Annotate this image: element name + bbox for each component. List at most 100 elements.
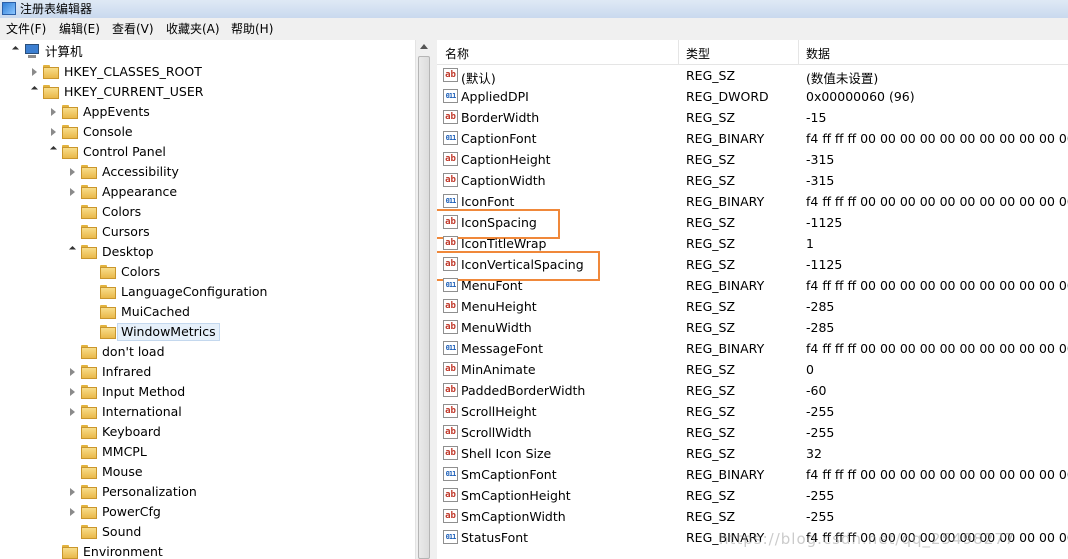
value-row[interactable]: 011 SmCaptionFont REG_BINARY f4 ff ff ff 00…	[437, 464, 1068, 485]
collapsed-arrow-icon[interactable]	[70, 188, 75, 196]
value-row[interactable]: 011 MenuFont REG_BINARY f4 ff ff ff 00 00 0…	[437, 275, 1068, 296]
tree-node[interactable]: HKEY_CURRENT_USER	[0, 82, 415, 102]
tree-node[interactable]: Appearance	[0, 182, 415, 202]
value-type: REG_SZ	[686, 173, 736, 188]
column-header-data[interactable]: 数据	[806, 45, 830, 62]
value-data: f4 ff ff ff 00 00 00 00 00 00 00 00 00 0…	[806, 131, 1068, 146]
value-data: -285	[806, 299, 835, 314]
tree-node[interactable]: Input Method	[0, 382, 415, 402]
values-list[interactable]: 名称 类型 数据 ab (默认) REG_SZ (数值未设置) 011 AppliedDP…	[437, 40, 1068, 559]
string-value-icon: ab	[443, 509, 458, 523]
menu-file[interactable]: 文件(F)	[6, 21, 46, 37]
value-name: MinAnimate	[461, 362, 536, 377]
value-row[interactable]: ab CaptionHeight REG_SZ -315	[437, 149, 1068, 170]
value-type: REG_SZ	[686, 488, 736, 503]
value-data: -1125	[806, 215, 843, 230]
value-row[interactable]: ab PaddedBorderWidth REG_SZ -60	[437, 380, 1068, 401]
value-row[interactable]: ab CaptionWidth REG_SZ -315	[437, 170, 1068, 191]
tree-node[interactable]: MuiCached	[0, 302, 415, 322]
value-type: REG_BINARY	[686, 341, 765, 356]
tree-node-label: MuiCached	[121, 304, 190, 319]
folder-icon	[81, 165, 97, 179]
tree-node[interactable]: Cursors	[0, 222, 415, 242]
folder-icon	[43, 85, 59, 99]
tree-node[interactable]: WindowMetrics	[0, 322, 415, 342]
tree-node[interactable]: HKEY_CLASSES_ROOT	[0, 62, 415, 82]
value-row[interactable]: 011 AppliedDPI REG_DWORD 0x00000060 (96)	[437, 86, 1068, 107]
value-row[interactable]: ab MinAnimate REG_SZ 0	[437, 359, 1068, 380]
value-type: REG_SZ	[686, 215, 736, 230]
expanded-arrow-icon[interactable]	[49, 145, 58, 154]
value-row[interactable]: ab (默认) REG_SZ (数值未设置)	[437, 65, 1068, 86]
collapsed-arrow-icon[interactable]	[51, 128, 56, 136]
menu-help[interactable]: 帮助(H)	[231, 21, 273, 37]
tree-node-label: HKEY_CLASSES_ROOT	[64, 64, 202, 79]
value-row[interactable]: ab SmCaptionHeight REG_SZ -255	[437, 485, 1068, 506]
folder-icon	[81, 185, 97, 199]
scroll-up-arrow-icon[interactable]	[420, 44, 428, 49]
value-row[interactable]: ab BorderWidth REG_SZ -15	[437, 107, 1068, 128]
value-row[interactable]: ab Shell Icon Size REG_SZ 32	[437, 443, 1068, 464]
value-name: MessageFont	[461, 341, 544, 356]
value-row[interactable]: ab ScrollWidth REG_SZ -255	[437, 422, 1068, 443]
collapsed-arrow-icon[interactable]	[32, 68, 37, 76]
collapsed-arrow-icon[interactable]	[70, 368, 75, 376]
menu-edit[interactable]: 编辑(E)	[59, 21, 100, 37]
tree-node[interactable]: Sound	[0, 522, 415, 542]
folder-icon	[81, 445, 97, 459]
value-row[interactable]: 011 MessageFont REG_BINARY f4 ff ff ff 00 0…	[437, 338, 1068, 359]
menu-bar: 文件(F) 编辑(E) 查看(V) 收藏夹(A) 帮助(H)	[0, 18, 1068, 41]
value-type: REG_BINARY	[686, 194, 765, 209]
value-row[interactable]: ab MenuHeight REG_SZ -285	[437, 296, 1068, 317]
collapsed-arrow-icon[interactable]	[70, 168, 75, 176]
tree-node[interactable]: PowerCfg	[0, 502, 415, 522]
folder-icon	[43, 65, 59, 79]
expanded-arrow-icon[interactable]	[11, 45, 20, 54]
tree-node[interactable]: Colors	[0, 262, 415, 282]
collapsed-arrow-icon[interactable]	[70, 388, 75, 396]
tree-node[interactable]: 计算机	[0, 42, 415, 62]
tree-node[interactable]: Mouse	[0, 462, 415, 482]
expanded-arrow-icon[interactable]	[30, 85, 39, 94]
tree-node[interactable]: Console	[0, 122, 415, 142]
collapsed-arrow-icon[interactable]	[70, 408, 75, 416]
tree-node[interactable]: International	[0, 402, 415, 422]
value-row[interactable]: 011 CaptionFont REG_BINARY f4 ff ff ff 00 0…	[437, 128, 1068, 149]
value-data: -255	[806, 488, 835, 503]
column-header-type[interactable]: 类型	[686, 45, 710, 62]
tree-node-label: MMCPL	[102, 444, 147, 459]
value-data: -255	[806, 404, 835, 419]
value-type: REG_SZ	[686, 446, 736, 461]
tree-node[interactable]: Control Panel	[0, 142, 415, 162]
tree-node[interactable]: LanguageConfiguration	[0, 282, 415, 302]
scrollbar-thumb[interactable]	[418, 56, 430, 559]
collapsed-arrow-icon[interactable]	[70, 508, 75, 516]
list-header: 名称 类型 数据	[437, 40, 1068, 65]
collapsed-arrow-icon[interactable]	[51, 108, 56, 116]
tree-node[interactable]: MMCPL	[0, 442, 415, 462]
tree-node[interactable]: don't load	[0, 342, 415, 362]
tree-node[interactable]: Accessibility	[0, 162, 415, 182]
expanded-arrow-icon[interactable]	[68, 245, 77, 254]
registry-tree[interactable]: 计算机 HKEY_CLASSES_ROOT HKEY_CURRENT_USER App…	[0, 40, 415, 559]
tree-node[interactable]: Colors	[0, 202, 415, 222]
tree-node[interactable]: Desktop	[0, 242, 415, 262]
value-row[interactable]: ab MenuWidth REG_SZ -285	[437, 317, 1068, 338]
collapsed-arrow-icon[interactable]	[70, 488, 75, 496]
menu-view[interactable]: 查看(V)	[112, 21, 154, 37]
tree-node[interactable]: Infrared	[0, 362, 415, 382]
folder-icon	[81, 525, 97, 539]
value-row[interactable]: ab SmCaptionWidth REG_SZ -255	[437, 506, 1068, 527]
menu-favorites[interactable]: 收藏夹(A)	[166, 21, 220, 37]
tree-node[interactable]: Personalization	[0, 482, 415, 502]
tree-scrollbar[interactable]	[415, 40, 432, 559]
tree-node-label: Personalization	[102, 484, 197, 499]
tree-node[interactable]: Keyboard	[0, 422, 415, 442]
column-header-name[interactable]: 名称	[445, 45, 469, 62]
tree-node[interactable]: AppEvents	[0, 102, 415, 122]
value-name: AppliedDPI	[461, 89, 529, 104]
tree-node-label: Appearance	[102, 184, 178, 199]
value-data: -255	[806, 425, 835, 440]
value-row[interactable]: ab ScrollHeight REG_SZ -255	[437, 401, 1068, 422]
tree-node[interactable]: Environment	[0, 542, 415, 559]
